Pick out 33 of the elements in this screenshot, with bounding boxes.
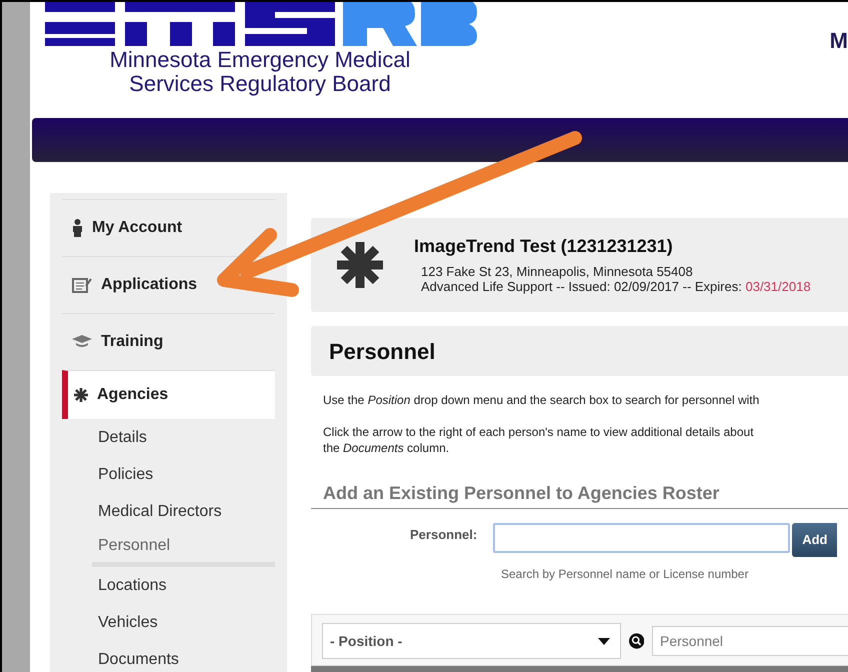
- header-text: M: [830, 27, 848, 55]
- add-button[interactable]: Add: [792, 523, 838, 557]
- license-address: 123 Fake St 23, Minneapolis, Minnesota 55408: [420, 264, 694, 279]
- sidebar-menu-item[interactable]: Agencies: [62, 370, 275, 419]
- sidebar-submenu-item[interactable]: Locations: [62, 567, 275, 604]
- sidebar-submenu-item[interactable]: Documents: [62, 641, 275, 672]
- help-text: Search by Personnel name or License number: [501, 566, 750, 583]
- person-icon: [72, 219, 83, 237]
- sidebar-submenu-item[interactable]: Medical Directors: [62, 493, 275, 530]
- instruction-text: Click the arrow to the right of each person's name to view additional details about the Documents column.: [322, 424, 755, 456]
- search-icon: [628, 633, 644, 649]
- position-dropdown[interactable]: - Position -: [322, 623, 621, 659]
- asterisk-icon: [74, 388, 88, 402]
- personnel-search-field[interactable]: Personnel: [652, 626, 848, 656]
- instruction-text: Use the Position drop down menu and the search box to search for personnel with: [322, 392, 760, 408]
- sidebar-menu-item[interactable]: Applications: [62, 256, 275, 313]
- sidebar-menu-item[interactable]: My Account: [62, 199, 275, 256]
- sidebar-submenu-item[interactable]: Details: [62, 419, 275, 456]
- graduation-cap-icon: [72, 334, 92, 350]
- license-title: ImageTrend Test (1231231231): [414, 236, 674, 258]
- asterisk-icon: [336, 241, 384, 289]
- expiration-date: 03/31/2018: [745, 278, 811, 294]
- field-label: Personnel:: [410, 526, 478, 544]
- sidebar-submenu-item[interactable]: Personnel: [92, 530, 275, 567]
- form-icon: [72, 277, 92, 293]
- section-heading: Add an Existing Personnel to Agencies Roster: [311, 480, 848, 509]
- organization-name: Minnesota Emergency Medical Services Regulatory Board: [108, 48, 412, 96]
- page-title: Personnel: [311, 326, 848, 376]
- caret-icon: [598, 638, 610, 644]
- sidebar-submenu-item[interactable]: Vehicles: [62, 604, 275, 641]
- sidebar-submenu-item[interactable]: Policies: [62, 456, 275, 493]
- personnel-input-field[interactable]: [493, 523, 790, 553]
- license-status: Advanced Life Support -- Issued: 02/09/2017 -- Expires:: [421, 278, 742, 294]
